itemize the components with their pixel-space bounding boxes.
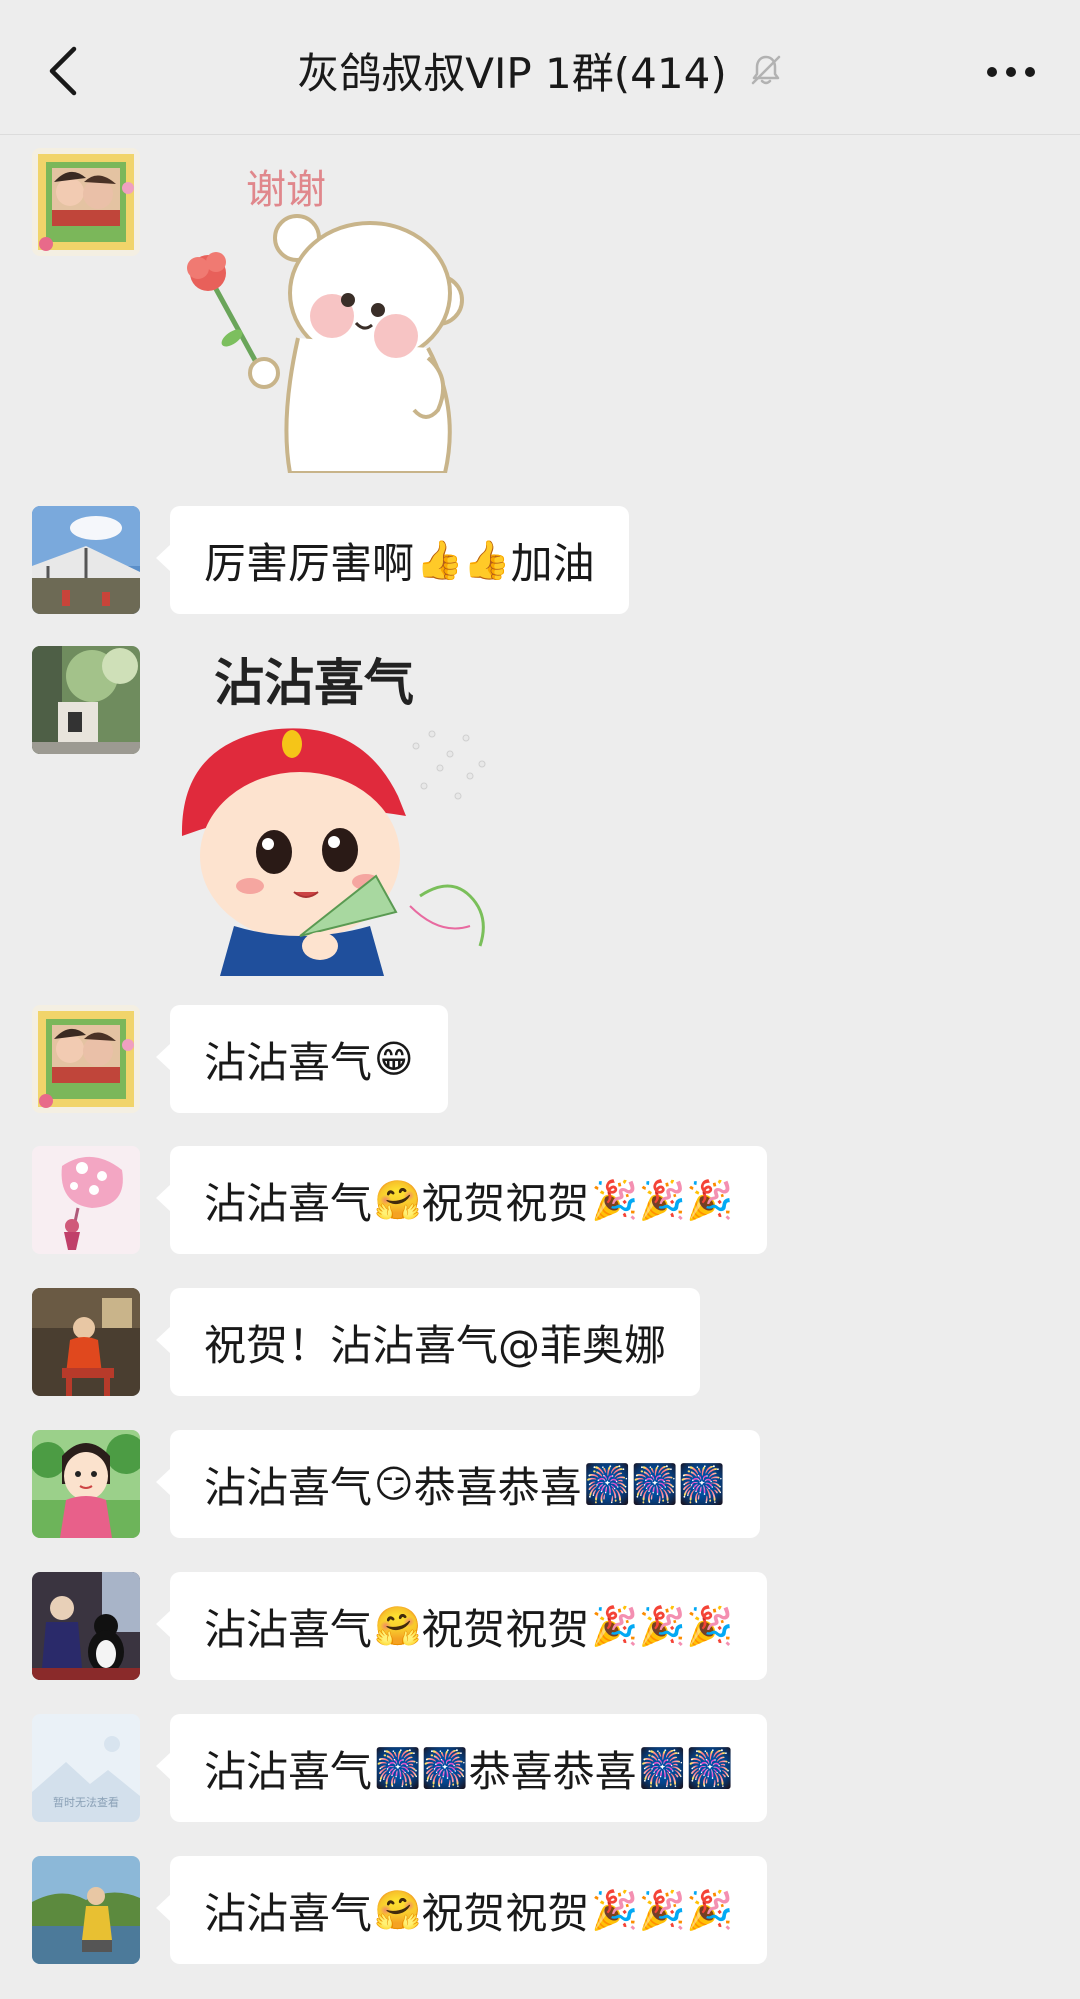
message-bubble[interactable]: 沾沾喜气 🤗 祝贺祝贺 🎉🎉🎉 [155, 1572, 768, 1680]
message-text: 沾沾喜气 [204, 1462, 373, 1512]
message-text-middle: 祝贺祝贺 [421, 1888, 590, 1938]
avatar-placeholder-text: 暂时无法查看 [53, 1795, 119, 1809]
party-popper-emoji: 🎉🎉🎉 [591, 1177, 734, 1222]
hug-emoji: 🤗 [374, 1603, 422, 1648]
avatar[interactable] [32, 1572, 140, 1680]
fireworks-emoji: 🎆🎆 [638, 1745, 734, 1790]
message-text-middle: 恭喜恭喜 [413, 1462, 582, 1512]
message-bubble[interactable]: 沾沾喜气 😏 恭喜恭喜 🎆🎆🎆 [156, 1430, 760, 1538]
party-popper-emoji: 🎉🎉🎉 [591, 1603, 734, 1648]
hug-emoji: 🤗 [374, 1177, 422, 1222]
message-text: 沾沾喜气 [204, 1888, 373, 1938]
thumbs-up-emoji: 👍👍 [416, 537, 511, 582]
avatar[interactable] [32, 1856, 140, 1964]
title-area: 灰鸽叔叔VIP 1群(414) [0, 38, 1080, 102]
fireworks-emoji: 🎆🎆🎆 [583, 1461, 726, 1506]
message-bubble[interactable]: 沾沾喜气 🤗 祝贺祝贺 🎉🎉🎉 [155, 1856, 768, 1964]
bell-muted-icon [751, 55, 780, 85]
avatar[interactable] [32, 506, 140, 614]
message-text: 沾沾喜气 [204, 1746, 373, 1796]
message-bubble[interactable]: 厉害厉害啊 👍👍 加油 [156, 506, 629, 614]
message-bubble[interactable]: 沾沾喜气 🎆🎆 恭喜恭喜 🎆🎆 [155, 1714, 768, 1822]
message-text: 沾沾喜气 [204, 1604, 373, 1654]
message-text-middle: 恭喜恭喜 [468, 1746, 637, 1796]
message-text: 沾沾喜气 [204, 1178, 373, 1228]
thanks-bear-sticker[interactable]: 谢谢 [170, 148, 500, 475]
party-popper-emoji: 🎉🎉🎉 [591, 1887, 734, 1932]
avatar[interactable] [32, 1288, 140, 1396]
more-dots-icon [987, 67, 1035, 77]
more-options-button[interactable] [976, 42, 1046, 102]
hug-emoji: 🤗 [374, 1887, 422, 1932]
message-text: 祝贺！沾沾喜气@菲奥娜 [204, 1320, 667, 1370]
message-bubble[interactable]: 祝贺！沾沾喜气@菲奥娜 [155, 1288, 701, 1396]
avatar-placeholder[interactable]: 暂时无法查看 [32, 1714, 140, 1822]
chat-title: 灰鸽叔叔VIP 1群(414) [297, 48, 727, 98]
smirk-emoji: 😏 [374, 1462, 414, 1506]
avatar[interactable] [32, 646, 140, 754]
avatar[interactable] [32, 1430, 140, 1538]
blessing-boy-sticker[interactable]: 沾沾喜气 [170, 646, 510, 976]
message-text-middle: 祝贺祝贺 [421, 1604, 590, 1654]
fireworks-emoji: 🎆🎆 [374, 1745, 469, 1790]
message-bubble[interactable]: 沾沾喜气 😁 [156, 1005, 448, 1113]
grin-emoji: 😁 [374, 1037, 414, 1081]
chat-header: 灰鸽叔叔VIP 1群(414) [0, 0, 1080, 135]
message-text: 厉害厉害啊 [204, 538, 415, 588]
sticker-thanks-text: 谢谢 [246, 167, 326, 213]
avatar[interactable] [32, 1146, 140, 1254]
message-text-middle: 祝贺祝贺 [421, 1178, 590, 1228]
avatar[interactable] [32, 148, 140, 256]
avatar[interactable] [32, 1005, 140, 1113]
sticker-blessing-text: 沾沾喜气 [214, 654, 414, 712]
message-text: 沾沾喜气 [204, 1037, 373, 1087]
message-bubble[interactable]: 沾沾喜气 🤗 祝贺祝贺 🎉🎉🎉 [155, 1146, 768, 1254]
message-text-tail: 加油 [510, 538, 595, 588]
